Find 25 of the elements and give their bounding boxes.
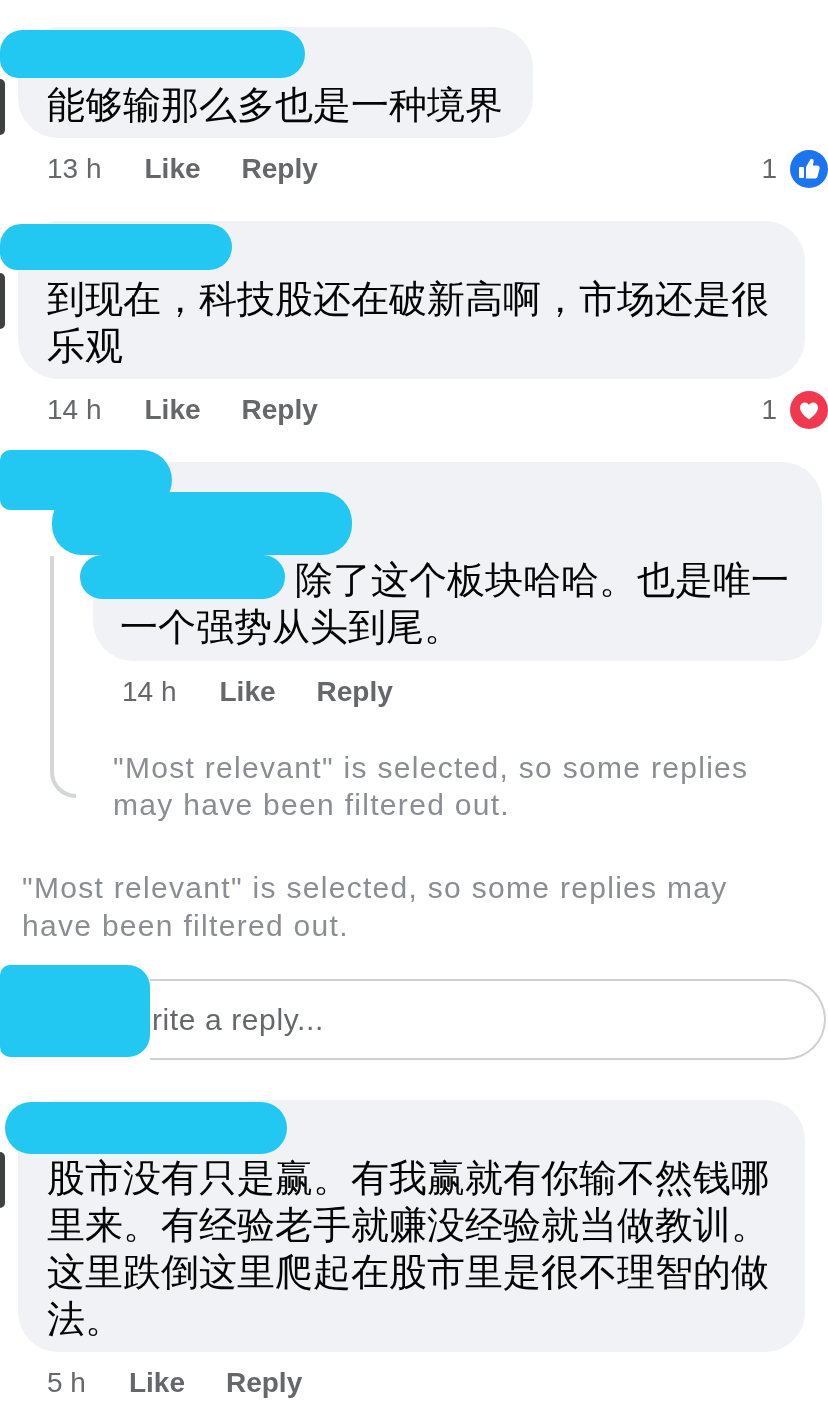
reaction-count: 1 [761,153,777,185]
filter-note: "Most relevant" is selected, so some replies may have been filtered out. [22,870,729,944]
comment-action-link[interactable]: Reply [241,153,318,185]
comment-action-link[interactable]: Like [144,394,201,426]
timestamp: 5 h [47,1367,86,1399]
comment-text: 股市没有只是赢。有我赢就有你输不然钱哪里来。有经验老手就赚没经验就当做教训。这里跌倒这里爬起在股市里是很不理智的做法。 [47,1155,770,1343]
comment-action-link[interactable]: Like [219,676,276,708]
filter-note: "Most relevant" is selected, so some replies may have been filtered out. [113,750,750,823]
comment-action-link[interactable]: Reply [241,394,318,426]
comment-action-link[interactable]: Like [144,153,201,185]
thumbs-up-icon [790,150,828,188]
timestamp: 13 h [47,153,102,185]
reaction-count: 1 [761,394,777,426]
comment-action-link[interactable]: Reply [316,676,393,708]
comment-action-link[interactable]: Like [128,1367,185,1399]
timestamp: 14 h [47,394,102,426]
comment-action-link[interactable]: Reply [225,1367,303,1399]
timestamp: 14 h [122,676,177,708]
comment-text: 到现在，科技股还在破新高啊，市场还是很乐观 [47,276,770,370]
avatar-photo [0,1152,5,1208]
comment-text: 除了这个板块哈哈。也是唯一一个强势从头到尾。 [120,557,790,651]
avatar-photo [0,273,5,329]
reply-input-field[interactable]: rite a reply... [150,979,826,1060]
comment-text: 能够输那么多也是一种境界 [47,82,503,129]
avatar-photo [0,79,5,135]
